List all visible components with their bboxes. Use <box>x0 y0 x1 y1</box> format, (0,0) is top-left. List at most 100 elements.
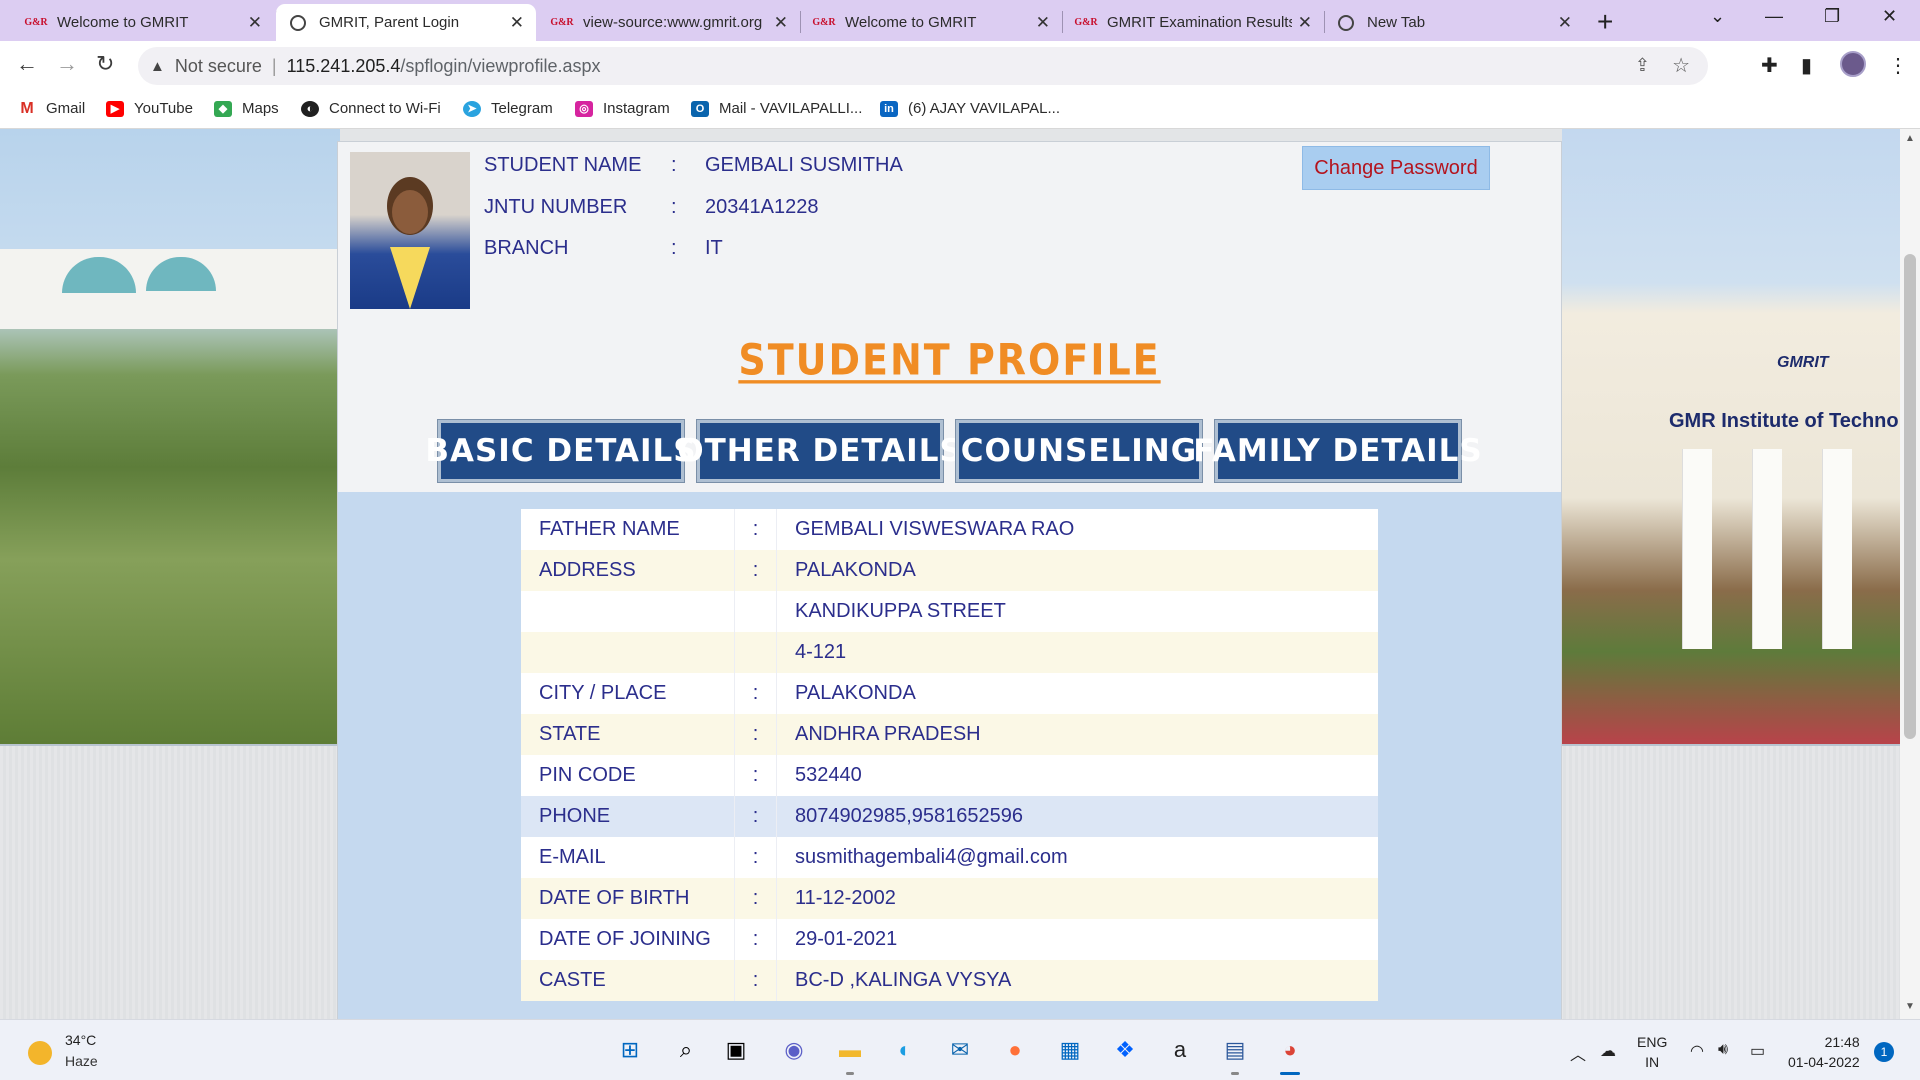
institute-name-sign: GMR Institute of Techno <box>1669 410 1899 432</box>
back-arrow-icon[interactable]: ← <box>16 51 38 77</box>
student-name-value: GEMBALI SUSMITHA <box>705 154 903 176</box>
notepad-icon[interactable]: ▤ <box>1219 1034 1251 1075</box>
notification-badge[interactable]: 1 <box>1874 1042 1894 1062</box>
extensions-puzzle-icon[interactable]: ✚ <box>1761 53 1778 78</box>
warning-triangle-icon[interactable]: ▲ <box>150 58 165 75</box>
tab-strip: G&R Welcome to GMRIT ✕ GMRIT, Parent Log… <box>0 0 1920 41</box>
bookmark-telegram[interactable]: ➤ Telegram <box>463 100 553 117</box>
file-explorer-icon[interactable]: ▬ <box>834 1034 866 1075</box>
detail-row: PIN CODE:532440 <box>521 755 1378 796</box>
detail-separator <box>734 591 777 632</box>
store-icon[interactable]: ▦ <box>1054 1034 1086 1066</box>
running-indicator <box>846 1072 854 1075</box>
detail-separator <box>734 632 777 673</box>
firefox-icon[interactable]: ● <box>999 1034 1031 1066</box>
amazon-icon[interactable]: a <box>1164 1034 1196 1066</box>
detail-row: KANDIKUPPA STREET <box>521 591 1378 632</box>
tab-welcome-gmrit-2[interactable]: G&R Welcome to GMRIT ✕ <box>800 4 1062 41</box>
tab-new-tab[interactable]: New Tab ✕ <box>1324 4 1584 41</box>
forward-arrow-icon[interactable]: → <box>56 51 78 77</box>
minimize-icon[interactable]: — <box>1765 6 1783 27</box>
start-windows-icon[interactable]: ⊞ <box>614 1034 646 1066</box>
new-tab-icon[interactable]: + <box>1597 6 1613 38</box>
detail-label: DATE OF BIRTH <box>539 887 690 909</box>
menu-kebab-icon[interactable]: ⋮ <box>1888 53 1908 78</box>
teams-chat-icon[interactable]: ◉ <box>778 1034 810 1066</box>
scroll-down-icon[interactable]: ▼ <box>1905 1001 1915 1012</box>
battery-icon[interactable]: ▭ <box>1750 1041 1765 1061</box>
region-code: IN <box>1645 1054 1660 1070</box>
restore-icon[interactable]: ❐ <box>1824 6 1840 27</box>
bookmark-label: Maps <box>242 100 279 117</box>
bookmark-gmail[interactable]: M Gmail <box>18 100 85 118</box>
bookmark-star-icon[interactable]: ☆ <box>1672 53 1690 78</box>
close-icon[interactable]: ✕ <box>1036 13 1050 33</box>
mail-icon[interactable]: ✉ <box>944 1034 976 1066</box>
bookmark-outlook-mail[interactable]: O Mail - VAVILAPALLI... <box>691 100 862 117</box>
edge-icon[interactable]: ◐ <box>889 1034 921 1066</box>
address-bar[interactable]: ▲ Not secure | 115.241.205.4/spflogin/vi… <box>138 47 1708 85</box>
other-details-button[interactable]: OTHER DETAILS <box>677 420 962 482</box>
globe-icon <box>290 14 306 31</box>
windows-taskbar: 34°C Haze ⊞ ⌕ ▣ ◉ ▬ ◐ ✉ ● ▦ ❖ a ▤ ◕ ︿ ☁ … <box>0 1019 1920 1080</box>
weather-description[interactable]: Haze <box>65 1053 98 1069</box>
detail-separator: : <box>734 550 777 591</box>
bookmark-instagram[interactable]: ◎ Instagram <box>575 100 670 117</box>
search-icon[interactable]: ⌕ <box>670 1034 702 1066</box>
url-text[interactable]: 115.241.205.4/spflogin/viewprofile.aspx <box>287 56 601 77</box>
window-close-icon[interactable]: ✕ <box>1882 6 1897 27</box>
tab-welcome-gmrit-1[interactable]: G&R Welcome to GMRIT ✕ <box>12 4 274 41</box>
change-password-button[interactable]: Change Password <box>1302 146 1490 190</box>
detail-separator: : <box>734 509 777 550</box>
wifi-icon[interactable]: ◠ <box>1690 1041 1704 1061</box>
share-icon[interactable]: ⇪ <box>1635 55 1650 76</box>
detail-separator: : <box>734 837 777 878</box>
tab-exam-results[interactable]: G&R GMRIT Examination Results ✕ <box>1062 4 1324 41</box>
input-language[interactable]: ENG IN <box>1637 1032 1667 1072</box>
bookmark-linkedin[interactable]: in (6) AJAY VAVILAPAL... <box>880 100 1060 117</box>
dropbox-icon[interactable]: ❖ <box>1109 1034 1141 1066</box>
scrollbar-thumb[interactable] <box>1904 254 1916 739</box>
detail-label: DATE OF JOINING <box>539 928 711 950</box>
gmr-logo-icon: G&R <box>1074 17 1098 28</box>
weather-temperature[interactable]: 34°C <box>65 1032 96 1048</box>
detail-value: 11-12-2002 <box>795 887 896 909</box>
detail-row: 4-121 <box>521 632 1378 673</box>
tab-view-source[interactable]: G&R view-source:www.gmrit.org ✕ <box>538 4 800 41</box>
profile-avatar-icon[interactable] <box>1840 51 1866 77</box>
campus-banner-right: GMRIT GMR Institute of Techno <box>1562 129 1900 744</box>
weather-sun-icon[interactable] <box>28 1041 52 1065</box>
branch-value: IT <box>705 237 723 259</box>
maps-icon: ◆ <box>214 100 232 117</box>
page-scrollbar[interactable]: ▲ ▼ <box>1900 129 1920 1019</box>
bookmark-maps[interactable]: ◆ Maps <box>214 100 279 117</box>
bookmark-label: Connect to Wi-Fi <box>329 100 441 117</box>
tab-parent-login[interactable]: GMRIT, Parent Login ✕ <box>276 4 536 41</box>
detail-value: BC-D ,KALINGA VYSYA <box>795 969 1012 991</box>
basic-details-button[interactable]: BASIC DETAILS <box>425 420 696 482</box>
chrome-icon[interactable]: ◕ <box>1274 1034 1306 1075</box>
close-icon[interactable]: ✕ <box>774 13 788 33</box>
detail-row: DATE OF JOINING:29-01-2021 <box>521 919 1378 960</box>
system-clock[interactable]: 21:48 01-04-2022 <box>1788 1032 1860 1072</box>
gmr-logo-icon: G&R <box>24 17 48 28</box>
tray-chevron-icon[interactable]: ︿ <box>1570 1041 1586 1065</box>
reload-icon[interactable]: ↻ <box>96 51 114 77</box>
scroll-up-icon[interactable]: ▲ <box>1905 133 1915 144</box>
onedrive-cloud-icon[interactable]: ☁ <box>1600 1041 1616 1061</box>
detail-row: STATE: ANDHRA PRADESH <box>521 714 1378 755</box>
close-icon[interactable]: ✕ <box>248 13 262 33</box>
family-details-button[interactable]: FAMILY DETAILS <box>1193 420 1482 482</box>
bookmark-youtube[interactable]: ▶ YouTube <box>106 100 193 117</box>
task-view-icon[interactable]: ▣ <box>720 1034 752 1066</box>
volume-icon[interactable]: 🔊︎ <box>1718 1041 1728 1059</box>
close-icon[interactable]: ✕ <box>1298 13 1312 33</box>
side-panel-icon[interactable]: ▮ <box>1801 53 1812 78</box>
tab-search-chevron-icon[interactable]: ⌄ <box>1710 6 1725 27</box>
counseling-button[interactable]: COUNSELING <box>956 420 1202 482</box>
security-label[interactable]: Not secure <box>175 56 262 77</box>
detail-value: KANDIKUPPA STREET <box>795 600 1006 622</box>
bookmark-wifi[interactable]: ◐ Connect to Wi-Fi <box>301 100 441 117</box>
close-icon[interactable]: ✕ <box>510 13 524 33</box>
close-icon[interactable]: ✕ <box>1558 13 1572 33</box>
